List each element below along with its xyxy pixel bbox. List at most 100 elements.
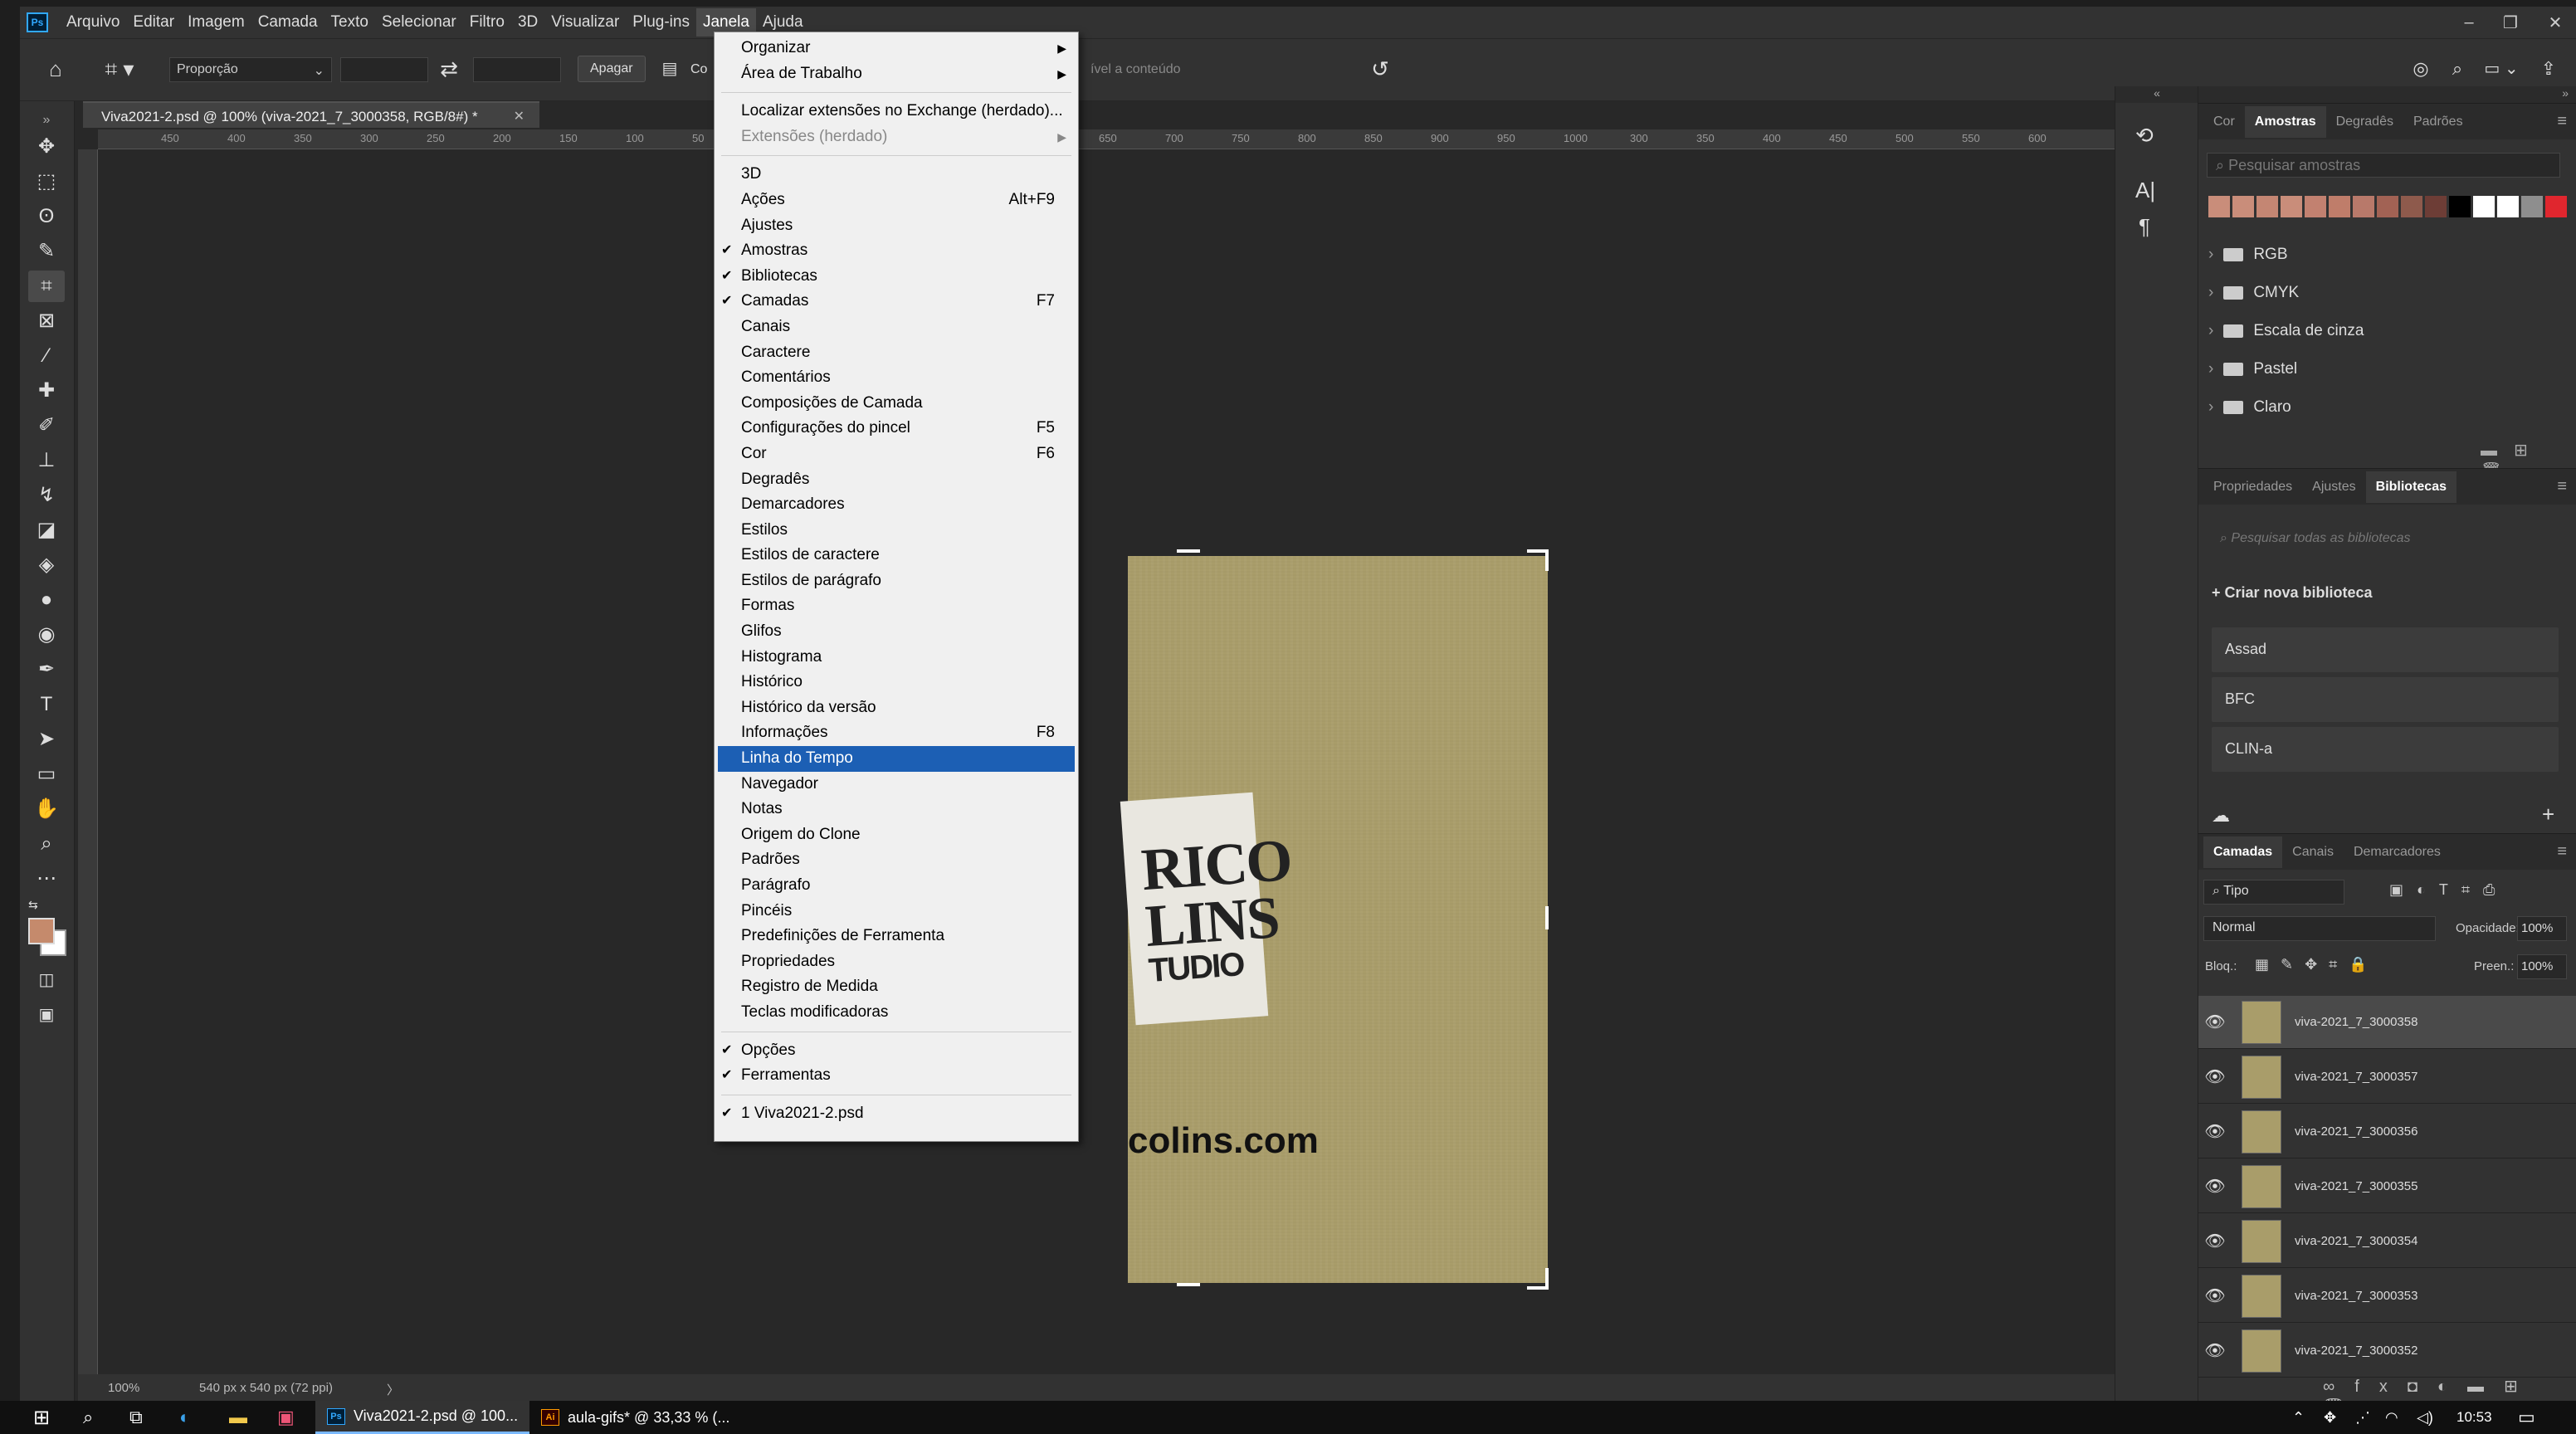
menu-item[interactable]: Estilos de caractere bbox=[715, 543, 1078, 568]
menu-camada[interactable]: Camada bbox=[251, 8, 324, 37]
color-swatch[interactable] bbox=[2329, 196, 2350, 217]
menu-item[interactable]: Degradês bbox=[715, 467, 1078, 493]
menu-plugins[interactable]: Plug-ins bbox=[626, 8, 696, 37]
menu-item[interactable]: ✔ 1 Viva2021-2.psd bbox=[715, 1101, 1078, 1127]
layer-filter-icons[interactable]: ▣◐T⌗⎙ bbox=[2389, 881, 2508, 899]
menu-visualizar[interactable]: Visualizar bbox=[544, 8, 626, 37]
menu-imagem[interactable]: Imagem bbox=[181, 8, 251, 37]
menu-item[interactable]: ✔ Camadas F7 bbox=[715, 289, 1078, 315]
layer-row[interactable]: 👁 viva-2021_7_3000355 bbox=[2198, 1160, 2576, 1213]
pen-tool-icon[interactable]: ✒ bbox=[28, 654, 65, 685]
swap-icon[interactable]: ⇄ bbox=[435, 54, 463, 84]
file-explorer-icon[interactable]: ▬ bbox=[229, 1404, 247, 1431]
quick-selection-tool-icon[interactable]: ✎ bbox=[28, 236, 65, 267]
menu-item[interactable]: Notas bbox=[715, 797, 1078, 822]
rectangle-tool-icon[interactable]: ▭ bbox=[28, 758, 65, 790]
ratio-select[interactable]: Proporção ⌄ bbox=[169, 57, 332, 82]
color-swatch[interactable] bbox=[2473, 196, 2495, 217]
visibility-eye-icon[interactable]: 👁 bbox=[2198, 1231, 2232, 1251]
menu-item[interactable]: Estilos de parágrafo bbox=[715, 568, 1078, 594]
document-image[interactable]: RICO LINS TUDIO colins.com bbox=[1120, 556, 1548, 1283]
menu-item[interactable]: Predefinições de Ferramenta bbox=[715, 924, 1078, 949]
menu-item[interactable]: Organizar ▶ bbox=[715, 36, 1078, 61]
foreground-color-swatch[interactable] bbox=[28, 918, 55, 944]
clone-stamp-tool-icon[interactable]: ⊥ bbox=[28, 445, 65, 476]
menu-item[interactable]: Localizar extensões no Exchange (herdado… bbox=[715, 99, 1078, 124]
menu-item[interactable]: Estilos bbox=[715, 518, 1078, 544]
share-icon[interactable]: ◎ bbox=[2407, 54, 2435, 84]
tab-canais[interactable]: Canais bbox=[2282, 836, 2344, 868]
layer-filter-select[interactable]: ⌕ Tipo bbox=[2203, 880, 2344, 905]
menu-item[interactable]: ✔ Ferramentas bbox=[715, 1063, 1078, 1089]
frame-tool-icon[interactable]: ⊠ bbox=[28, 305, 65, 337]
visibility-eye-icon[interactable]: 👁 bbox=[2198, 1121, 2232, 1142]
wifi-icon[interactable]: ◠ bbox=[2385, 1404, 2398, 1431]
visibility-eye-icon[interactable]: 👁 bbox=[2198, 1285, 2232, 1306]
lock-icons[interactable]: ▦✎✥⌗🔒 bbox=[2255, 956, 2379, 973]
menu-item[interactable]: Pincéis bbox=[715, 899, 1078, 924]
color-swatch[interactable] bbox=[2208, 196, 2230, 217]
menu-arquivo[interactable]: Arquivo bbox=[60, 8, 126, 37]
crop-tool-icon[interactable]: ⌗ bbox=[28, 271, 65, 302]
tab-cor[interactable]: Cor bbox=[2203, 106, 2245, 138]
volume-icon[interactable]: ◁) bbox=[2417, 1404, 2433, 1431]
document-tab[interactable]: Viva2021-2.psd @ 100% (viva-2021_7_30003… bbox=[83, 101, 539, 128]
notifications-icon[interactable]: ▭ bbox=[2518, 1404, 2535, 1431]
tab-demarcadores[interactable]: Demarcadores bbox=[2344, 836, 2451, 868]
hand-tool-icon[interactable]: ✋ bbox=[28, 793, 65, 825]
visibility-eye-icon[interactable]: 👁 bbox=[2198, 1066, 2232, 1087]
eraser-tool-icon[interactable]: ◪ bbox=[28, 515, 65, 546]
menu-item[interactable]: Histórico da versão bbox=[715, 695, 1078, 721]
visibility-eye-icon[interactable]: 👁 bbox=[2198, 1176, 2232, 1197]
close-tab-icon[interactable]: ✕ bbox=[514, 108, 524, 124]
collapse-panels-icon[interactable]: » bbox=[2198, 86, 2576, 103]
photos-icon[interactable]: ▣ bbox=[277, 1404, 295, 1431]
menu-item[interactable]: Registro de Medida bbox=[715, 974, 1078, 1000]
clock[interactable]: 10:53 bbox=[2456, 1404, 2492, 1431]
layer-row[interactable]: 👁 viva-2021_7_3000357 bbox=[2198, 1051, 2576, 1104]
opacity-input[interactable]: 100% bbox=[2517, 916, 2567, 941]
taskbar-app-photoshop[interactable]: Ps Viva2021-2.psd @ 100... bbox=[315, 1401, 530, 1434]
clear-button[interactable]: Apagar bbox=[578, 56, 646, 82]
path-selection-tool-icon[interactable]: ➤ bbox=[28, 724, 65, 755]
menu-selecionar[interactable]: Selecionar bbox=[375, 8, 463, 37]
straighten-icon[interactable]: ▤ bbox=[656, 54, 684, 84]
color-swatch[interactable] bbox=[2232, 196, 2254, 217]
workspace-icon[interactable]: ▭ ⌄ bbox=[2478, 54, 2525, 84]
more-tools-icon[interactable]: ⋯ bbox=[28, 863, 65, 895]
crop-handle-top-right[interactable] bbox=[1527, 549, 1549, 571]
menu-filtro[interactable]: Filtro bbox=[463, 8, 511, 37]
library-item[interactable]: CLIN-a bbox=[2212, 727, 2559, 772]
menu-item[interactable]: Cor F6 bbox=[715, 441, 1078, 467]
layer-row[interactable]: 👁 viva-2021_7_3000356 bbox=[2198, 1105, 2576, 1158]
panel-menu-icon[interactable]: ≡ bbox=[2557, 112, 2567, 131]
swatches-search-input[interactable]: ⌕ Pesquisar amostras bbox=[2207, 153, 2560, 178]
search-icon[interactable]: ⌕ bbox=[2443, 54, 2471, 84]
color-swatch[interactable] bbox=[2281, 196, 2302, 217]
paragraph-panel-icon[interactable]: ¶ bbox=[2139, 214, 2150, 240]
marquee-tool-icon[interactable]: ⬚ bbox=[28, 166, 65, 198]
color-swatch[interactable] bbox=[2425, 196, 2447, 217]
crop-handle-top[interactable] bbox=[1177, 549, 1200, 553]
crop-handle-bottom-right[interactable] bbox=[1527, 1268, 1549, 1290]
menu-item[interactable]: Composições de Camada bbox=[715, 391, 1078, 417]
fill-input[interactable]: 100% bbox=[2517, 954, 2567, 979]
menu-3d[interactable]: 3D bbox=[511, 8, 544, 37]
menu-item[interactable]: 3D bbox=[715, 162, 1078, 188]
history-brush-tool-icon[interactable]: ↯ bbox=[28, 480, 65, 511]
color-swatch[interactable] bbox=[2256, 196, 2278, 217]
crop-handle-right[interactable] bbox=[1545, 906, 1549, 929]
menu-item[interactable]: Formas bbox=[715, 593, 1078, 619]
menu-item[interactable]: Linha do Tempo bbox=[718, 746, 1075, 772]
color-swatch[interactable] bbox=[2377, 196, 2398, 217]
tab-camadas[interactable]: Camadas bbox=[2203, 836, 2283, 868]
zoom-level[interactable]: 100% bbox=[108, 1381, 139, 1395]
menu-item[interactable]: ✔ Amostras bbox=[715, 238, 1078, 264]
export-icon[interactable]: ⇪ bbox=[2535, 54, 2563, 84]
crop-handle-bottom[interactable] bbox=[1177, 1283, 1200, 1286]
tab-padroes[interactable]: Padrões bbox=[2403, 106, 2473, 138]
cloud-icon[interactable]: ☁ bbox=[2212, 805, 2230, 827]
zoom-tool-icon[interactable]: ⌕ bbox=[28, 828, 65, 860]
blend-mode-select[interactable]: Normal bbox=[2203, 916, 2436, 941]
menu-item[interactable]: Histórico bbox=[715, 670, 1078, 695]
